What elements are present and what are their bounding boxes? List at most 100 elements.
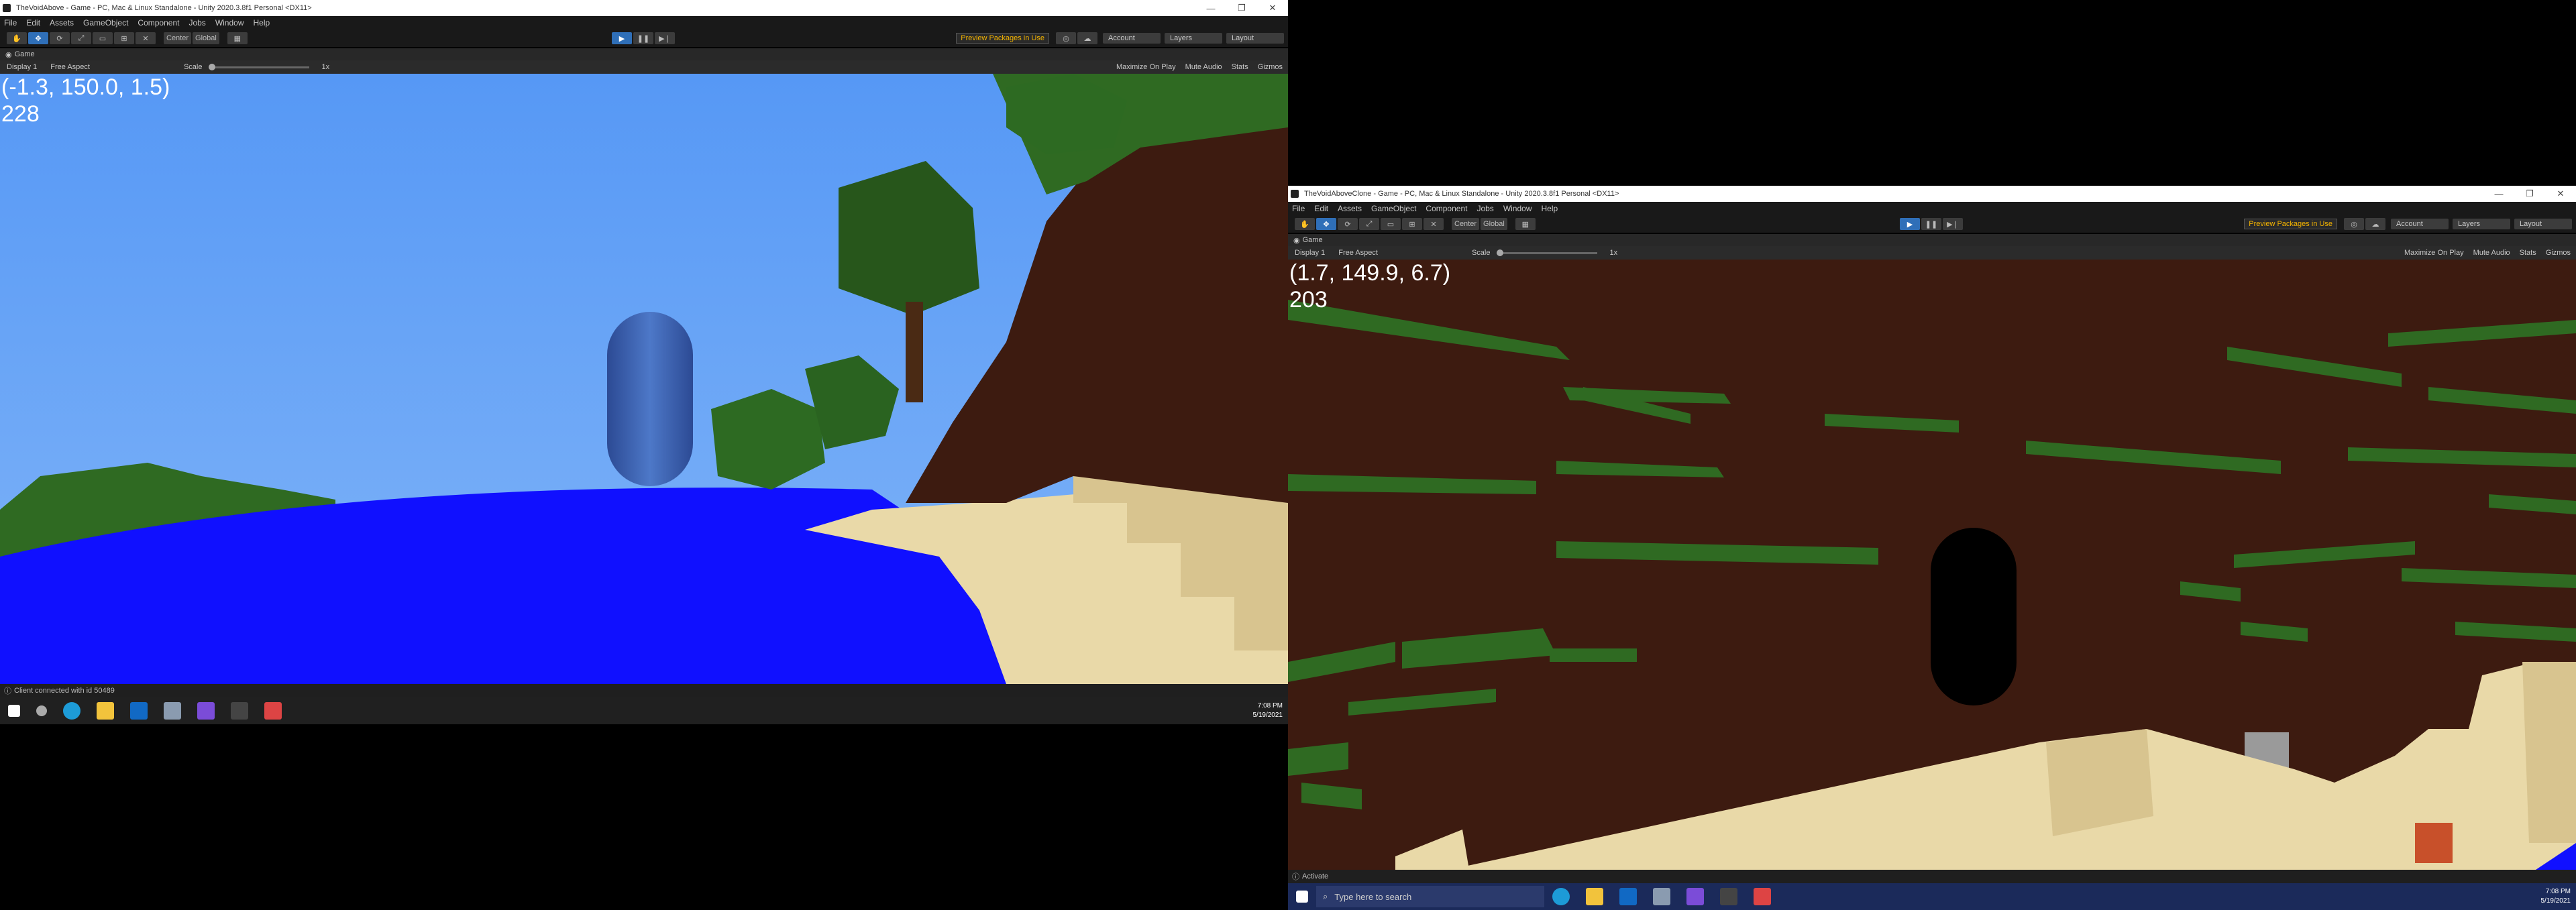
rect-tool-icon[interactable]: ▭: [1381, 218, 1401, 230]
maximize-on-play-toggle[interactable]: Maximize On Play: [2404, 249, 2464, 257]
layout-dropdown[interactable]: Layout: [2514, 219, 2572, 229]
scale-tool-icon[interactable]: ⤢: [1359, 218, 1379, 230]
menu-help[interactable]: Help: [254, 18, 270, 27]
stats-toggle[interactable]: Stats: [1232, 63, 1248, 71]
snap-icon[interactable]: ▦: [227, 32, 248, 44]
menu-window[interactable]: Window: [1503, 204, 1532, 213]
menu-edit[interactable]: Edit: [1314, 204, 1328, 213]
maximize-on-play-toggle[interactable]: Maximize On Play: [1116, 63, 1176, 71]
cloud-icon[interactable]: ☁: [2365, 218, 2385, 230]
space-toggle[interactable]: Global: [193, 32, 219, 44]
game-tab[interactable]: ◉ Game: [1288, 234, 2576, 246]
menu-file[interactable]: File: [4, 18, 17, 27]
account-dropdown[interactable]: Account: [2391, 219, 2449, 229]
search-box[interactable]: ⌕ Type here to search: [1316, 886, 1544, 907]
menu-gameobject[interactable]: GameObject: [1371, 204, 1416, 213]
transform-tool-icon[interactable]: ⊞: [1402, 218, 1422, 230]
clock[interactable]: 7:08 PM 5/19/2021: [1253, 701, 1283, 720]
unity-icon[interactable]: [1720, 888, 1737, 905]
outlook-icon[interactable]: [130, 702, 148, 720]
pivot-toggle[interactable]: Center: [1452, 218, 1480, 230]
layers-dropdown[interactable]: Layers: [2453, 219, 2510, 229]
mute-audio-toggle[interactable]: Mute Audio: [1185, 63, 1222, 71]
start-icon[interactable]: [1296, 891, 1308, 903]
explorer-icon[interactable]: [97, 702, 114, 720]
mute-audio-toggle[interactable]: Mute Audio: [2473, 249, 2510, 257]
display-dropdown[interactable]: Display 1: [7, 63, 37, 71]
menu-file[interactable]: File: [1292, 204, 1305, 213]
menu-component[interactable]: Component: [1426, 204, 1467, 213]
outlook-icon[interactable]: [1619, 888, 1637, 905]
game-viewport[interactable]: (-1.3, 150.0, 1.5) 228: [0, 74, 1288, 684]
gizmos-dropdown[interactable]: Gizmos: [2546, 249, 2571, 257]
transform-tool-icon[interactable]: ⊞: [114, 32, 134, 44]
pivot-toggle[interactable]: Center: [164, 32, 192, 44]
visual-studio-icon[interactable]: [1686, 888, 1704, 905]
maximize-button[interactable]: ❐: [1226, 0, 1257, 16]
minimize-button[interactable]: —: [1195, 0, 1226, 16]
move-tool-icon[interactable]: ✥: [1316, 218, 1336, 230]
move-tool-icon[interactable]: ✥: [28, 32, 48, 44]
clock[interactable]: 7:08 PM 5/19/2021: [2541, 887, 2571, 906]
visual-studio-icon[interactable]: [197, 702, 215, 720]
preview-packages-badge[interactable]: Preview Packages in Use: [956, 33, 1049, 44]
close-button[interactable]: ✕: [1257, 0, 1288, 16]
menu-gameobject[interactable]: GameObject: [83, 18, 128, 27]
hand-tool-icon[interactable]: ✋: [7, 32, 27, 44]
rotate-tool-icon[interactable]: ⟳: [50, 32, 70, 44]
extra-app-icon[interactable]: [264, 702, 282, 720]
search-icon[interactable]: [36, 705, 47, 716]
title-bar: TheVoidAbove - Game - PC, Mac & Linux St…: [0, 0, 1288, 16]
hand-tool-icon[interactable]: ✋: [1295, 218, 1315, 230]
menu-help[interactable]: Help: [1542, 204, 1558, 213]
explorer-icon[interactable]: [1586, 888, 1603, 905]
rect-tool-icon[interactable]: ▭: [93, 32, 113, 44]
aspect-dropdown[interactable]: Free Aspect: [1338, 249, 1378, 257]
layout-dropdown[interactable]: Layout: [1226, 33, 1284, 44]
collab-icon[interactable]: ◎: [2344, 218, 2364, 230]
menu-assets[interactable]: Assets: [1338, 204, 1362, 213]
scale-slider[interactable]: [209, 63, 310, 70]
edge-icon[interactable]: [1552, 888, 1570, 905]
game-tab[interactable]: ◉ Game: [0, 48, 1288, 60]
custom-tool-icon[interactable]: ✕: [136, 32, 156, 44]
unity-icon[interactable]: [231, 702, 248, 720]
scale-tool-icon[interactable]: ⤢: [71, 32, 91, 44]
collab-icon[interactable]: ◎: [1056, 32, 1076, 44]
step-button[interactable]: ▶❘: [655, 32, 675, 44]
rotate-tool-icon[interactable]: ⟳: [1338, 218, 1358, 230]
scale-slider[interactable]: [1497, 249, 1598, 256]
game-viewport[interactable]: (1.7, 149.9, 6.7) 203: [1288, 260, 2576, 870]
play-controls: ▶ ❚❚ ▶❘: [612, 32, 676, 44]
cloud-icon[interactable]: ☁: [1077, 32, 1097, 44]
display-dropdown[interactable]: Display 1: [1295, 249, 1325, 257]
menu-assets[interactable]: Assets: [50, 18, 74, 27]
stats-toggle[interactable]: Stats: [2520, 249, 2536, 257]
app-icon[interactable]: [164, 702, 181, 720]
custom-tool-icon[interactable]: ✕: [1424, 218, 1444, 230]
edge-icon[interactable]: [63, 702, 80, 720]
preview-packages-badge[interactable]: Preview Packages in Use: [2244, 219, 2337, 229]
app-icon[interactable]: [1653, 888, 1670, 905]
menu-edit[interactable]: Edit: [26, 18, 40, 27]
extra-app-icon[interactable]: [1754, 888, 1771, 905]
start-icon[interactable]: [8, 705, 20, 717]
menu-jobs[interactable]: Jobs: [1477, 204, 1493, 213]
pause-button[interactable]: ❚❚: [633, 32, 653, 44]
aspect-dropdown[interactable]: Free Aspect: [50, 63, 90, 71]
gizmos-dropdown[interactable]: Gizmos: [1258, 63, 1283, 71]
maximize-button[interactable]: ❐: [2514, 186, 2545, 202]
snap-icon[interactable]: ▦: [1515, 218, 1536, 230]
menu-jobs[interactable]: Jobs: [189, 18, 205, 27]
menu-component[interactable]: Component: [138, 18, 179, 27]
step-button[interactable]: ▶❘: [1943, 218, 1963, 230]
account-dropdown[interactable]: Account: [1103, 33, 1161, 44]
play-button[interactable]: ▶: [612, 32, 632, 44]
close-button[interactable]: ✕: [2545, 186, 2576, 202]
play-button[interactable]: ▶: [1900, 218, 1920, 230]
layers-dropdown[interactable]: Layers: [1165, 33, 1222, 44]
pause-button[interactable]: ❚❚: [1921, 218, 1941, 230]
space-toggle[interactable]: Global: [1481, 218, 1507, 230]
minimize-button[interactable]: —: [2483, 186, 2514, 202]
menu-window[interactable]: Window: [215, 18, 244, 27]
